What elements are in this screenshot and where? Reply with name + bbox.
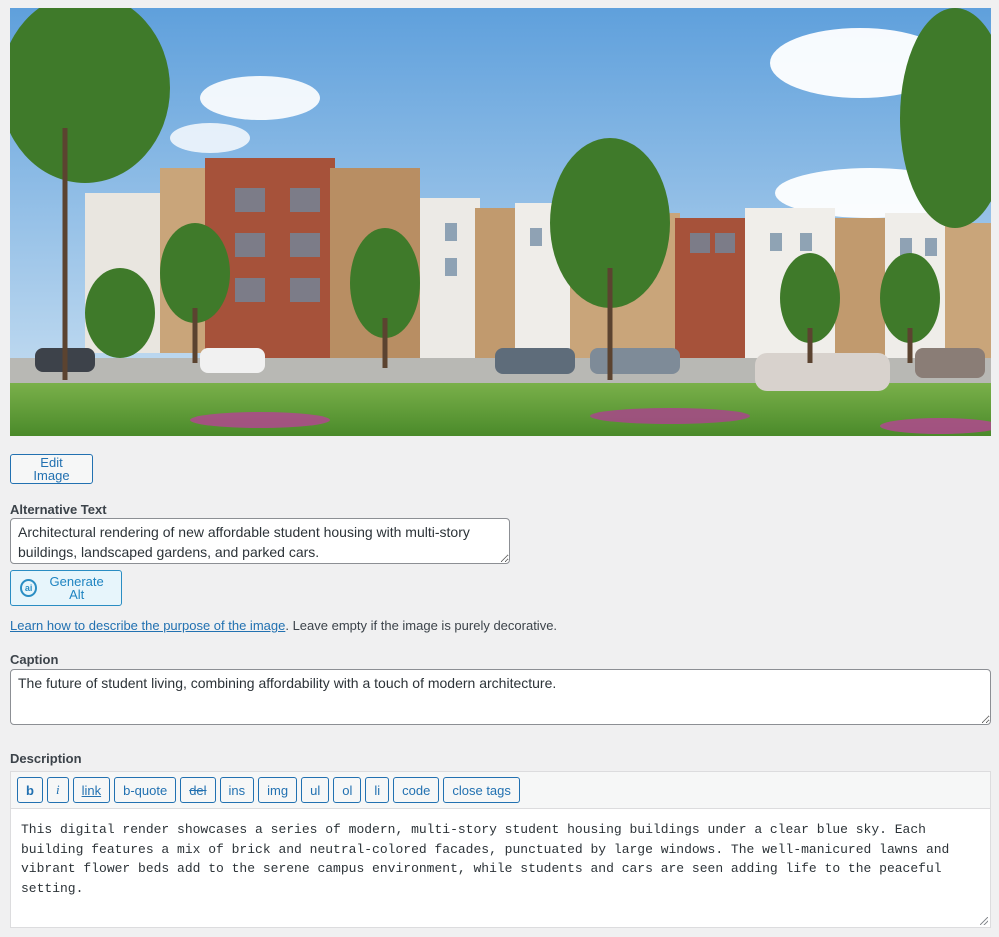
alt-text-help: Learn how to describe the purpose of the… bbox=[10, 618, 557, 633]
resize-handle[interactable] bbox=[980, 917, 988, 925]
ol-button[interactable]: ol bbox=[333, 777, 362, 803]
ul-button[interactable]: ul bbox=[301, 777, 330, 803]
alt-text-field[interactable]: Architectural rendering of new affordabl… bbox=[10, 518, 510, 564]
blockquote-button[interactable]: b-quote bbox=[114, 777, 177, 803]
description-field[interactable]: This digital render showcases a series o… bbox=[11, 809, 990, 909]
generate-alt-label: Generate Alt bbox=[49, 574, 104, 602]
italic-button[interactable]: i bbox=[46, 777, 69, 803]
caption-label: Caption bbox=[10, 652, 59, 667]
alt-text-help-suffix: . Leave empty if the image is purely dec… bbox=[285, 618, 558, 633]
link-button[interactable]: link bbox=[72, 777, 111, 803]
generate-alt-button[interactable]: ai Generate Alt bbox=[10, 570, 122, 606]
bold-button[interactable]: b bbox=[17, 777, 43, 803]
alt-text-help-link[interactable]: Learn how to describe the purpose of the… bbox=[10, 618, 285, 633]
quicktags-toolbar: b i link b-quote del ins img ul ol li co… bbox=[11, 772, 990, 809]
description-editor: b i link b-quote del ins img ul ol li co… bbox=[10, 771, 991, 928]
code-button[interactable]: code bbox=[393, 777, 440, 803]
li-button[interactable]: li bbox=[365, 777, 390, 803]
close-tags-button[interactable]: close tags bbox=[443, 777, 520, 803]
featured-image bbox=[10, 8, 991, 436]
edit-image-button[interactable]: Edit Image bbox=[10, 454, 93, 484]
alt-text-label: Alternative Text bbox=[10, 502, 107, 517]
description-label: Description bbox=[10, 751, 82, 766]
ins-button[interactable]: ins bbox=[219, 777, 255, 803]
image-illustration bbox=[10, 8, 991, 436]
del-button[interactable]: del bbox=[180, 777, 216, 803]
ai-icon: ai bbox=[20, 579, 38, 597]
img-button[interactable]: img bbox=[258, 777, 298, 803]
caption-field[interactable]: The future of student living, combining … bbox=[10, 669, 991, 725]
